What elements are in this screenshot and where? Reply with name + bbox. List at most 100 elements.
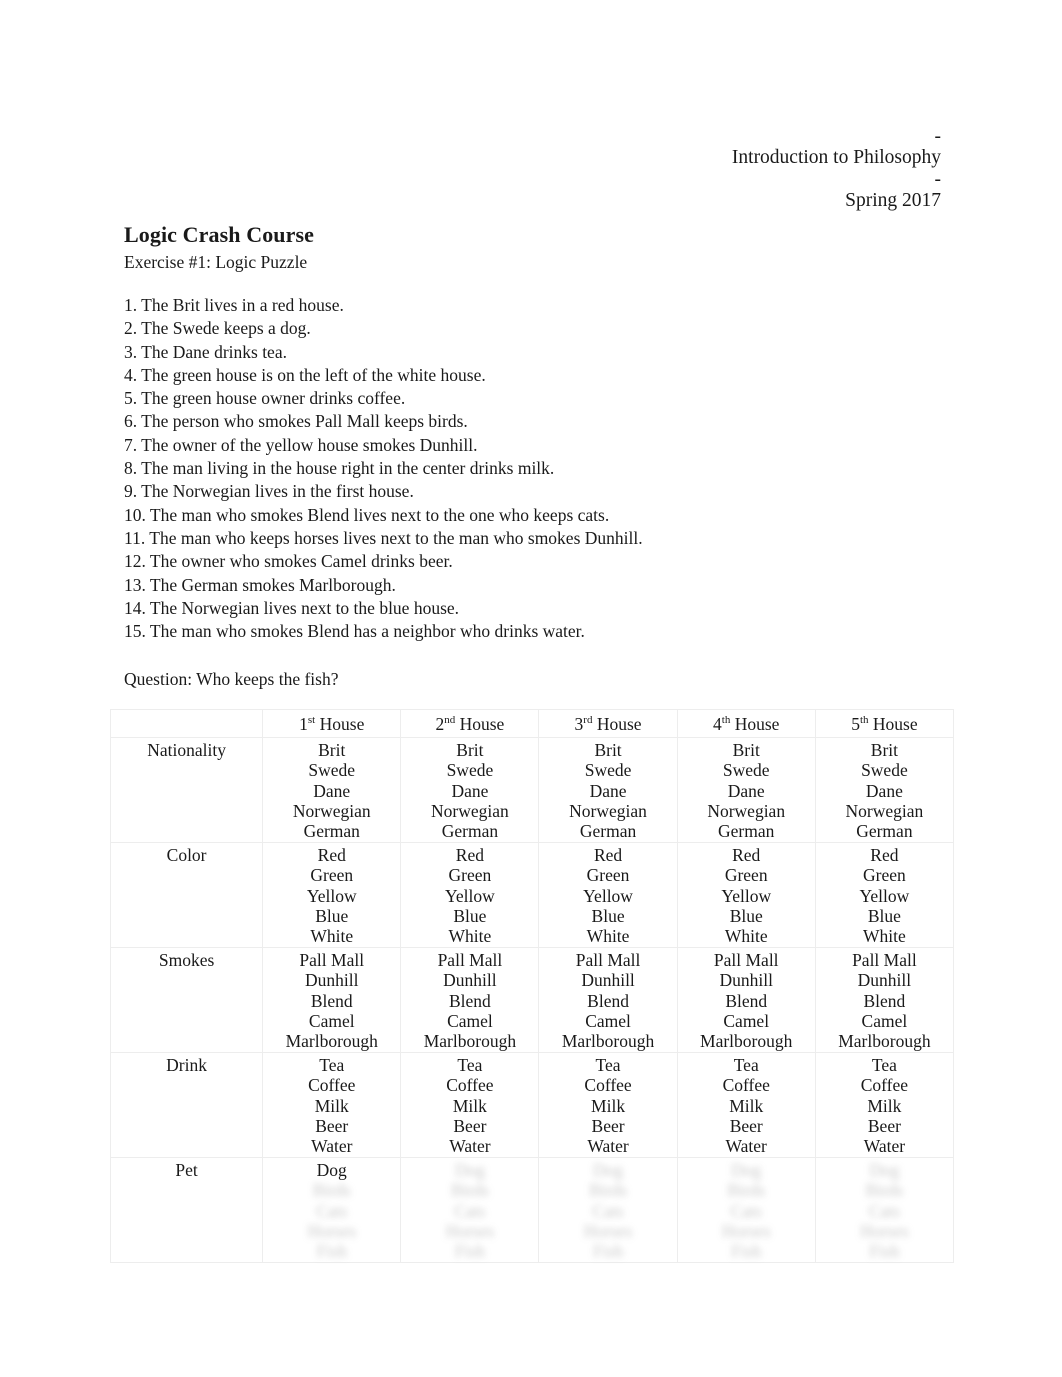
option-item[interactable]: Fish — [539, 1241, 676, 1261]
option-item[interactable]: Dog — [816, 1160, 953, 1180]
option-item[interactable]: Dunhill — [678, 970, 815, 990]
option-item[interactable]: Beer — [263, 1116, 400, 1136]
table-cell[interactable]: Brit Swede Dane Norwegian German — [262, 737, 402, 843]
option-item[interactable]: Beer — [539, 1116, 676, 1136]
option-item[interactable]: Yellow — [539, 886, 676, 906]
option-item[interactable]: Horses — [263, 1221, 400, 1241]
option-item[interactable]: Coffee — [678, 1075, 815, 1095]
option-item[interactable]: Cats — [263, 1201, 400, 1221]
option-item[interactable]: Green — [539, 865, 676, 885]
table-cell[interactable]: Pall Mall Dunhill Blend Camel Marlborough — [814, 947, 955, 1053]
option-item[interactable]: Blend — [263, 991, 400, 1011]
option-item[interactable]: Blend — [401, 991, 538, 1011]
option-item[interactable]: Water — [263, 1136, 400, 1156]
option-item[interactable]: Dunhill — [401, 970, 538, 990]
table-cell[interactable]: Red Green Yellow Blue White — [400, 842, 540, 948]
option-item[interactable]: Norwegian — [678, 801, 815, 821]
table-cell[interactable]: Red Green Yellow Blue White — [676, 842, 816, 948]
option-item[interactable]: Horses — [539, 1221, 676, 1241]
table-cell[interactable]: Dog Birds Cats Horses Fish — [814, 1157, 955, 1263]
option-item[interactable]: Water — [816, 1136, 953, 1156]
option-item[interactable]: Norwegian — [401, 801, 538, 821]
option-item[interactable]: Blue — [816, 906, 953, 926]
option-item[interactable]: Norwegian — [263, 801, 400, 821]
option-item[interactable]: German — [678, 821, 815, 841]
option-item[interactable]: Dog — [263, 1160, 400, 1180]
option-item[interactable]: Blend — [678, 991, 815, 1011]
table-cell[interactable]: Tea Coffee Milk Beer Water — [538, 1052, 678, 1158]
option-item[interactable]: White — [401, 926, 538, 946]
option-item[interactable]: Marlborough — [678, 1031, 815, 1051]
option-item[interactable]: Dane — [678, 781, 815, 801]
option-item[interactable]: Fish — [816, 1241, 953, 1261]
option-item[interactable]: Green — [401, 865, 538, 885]
option-item[interactable]: Blue — [263, 906, 400, 926]
option-item[interactable]: Camel — [401, 1011, 538, 1031]
option-item[interactable]: Blue — [401, 906, 538, 926]
option-item[interactable]: Dog — [678, 1160, 815, 1180]
option-item[interactable]: Brit — [678, 740, 815, 760]
option-item[interactable]: Marlborough — [539, 1031, 676, 1051]
table-cell[interactable]: Red Green Yellow Blue White — [262, 842, 402, 948]
option-item[interactable]: German — [401, 821, 538, 841]
option-item[interactable]: Swede — [401, 760, 538, 780]
table-cell[interactable]: Brit Swede Dane Norwegian German — [538, 737, 678, 843]
option-item[interactable]: Camel — [816, 1011, 953, 1031]
option-item[interactable]: Dog — [539, 1160, 676, 1180]
option-item[interactable]: Red — [401, 845, 538, 865]
option-item[interactable]: Dunhill — [263, 970, 400, 990]
option-item[interactable]: Coffee — [401, 1075, 538, 1095]
option-item[interactable]: Dunhill — [539, 970, 676, 990]
option-item[interactable]: Pall Mall — [816, 950, 953, 970]
option-item[interactable]: Marlborough — [816, 1031, 953, 1051]
table-cell[interactable]: Dog Birds Cats Horses Fish — [400, 1157, 540, 1263]
option-item[interactable]: Brit — [401, 740, 538, 760]
option-item[interactable]: Tea — [816, 1055, 953, 1075]
option-item[interactable]: Red — [263, 845, 400, 865]
option-item[interactable]: Camel — [263, 1011, 400, 1031]
option-item[interactable]: Milk — [401, 1096, 538, 1116]
option-item[interactable]: Yellow — [401, 886, 538, 906]
option-item[interactable]: Green — [816, 865, 953, 885]
option-item[interactable]: Swede — [263, 760, 400, 780]
option-item[interactable]: Blue — [678, 906, 815, 926]
option-item[interactable]: Swede — [539, 760, 676, 780]
table-cell[interactable]: Dog Birds Cats Horses Fish — [676, 1157, 816, 1263]
option-item[interactable]: Cats — [816, 1201, 953, 1221]
option-item[interactable]: Blue — [539, 906, 676, 926]
option-item[interactable]: Birds — [401, 1180, 538, 1200]
table-cell[interactable]: Dog Birds Cats Horses Fish — [538, 1157, 678, 1263]
table-cell[interactable]: Tea Coffee Milk Beer Water — [400, 1052, 540, 1158]
option-item[interactable]: Pall Mall — [263, 950, 400, 970]
option-item[interactable]: Dane — [816, 781, 953, 801]
option-item[interactable]: White — [263, 926, 400, 946]
option-item[interactable]: Horses — [678, 1221, 815, 1241]
option-item[interactable]: German — [263, 821, 400, 841]
option-item[interactable]: Dane — [539, 781, 676, 801]
option-item[interactable]: Dane — [263, 781, 400, 801]
option-item[interactable]: Fish — [678, 1241, 815, 1261]
option-item[interactable]: Red — [678, 845, 815, 865]
option-item[interactable]: White — [816, 926, 953, 946]
option-item[interactable]: Coffee — [816, 1075, 953, 1095]
option-item[interactable]: Water — [539, 1136, 676, 1156]
option-item[interactable]: Norwegian — [816, 801, 953, 821]
table-cell[interactable]: Brit Swede Dane Norwegian German — [814, 737, 955, 843]
option-item[interactable]: Beer — [401, 1116, 538, 1136]
option-item[interactable]: Coffee — [539, 1075, 676, 1095]
option-item[interactable]: Pall Mall — [678, 950, 815, 970]
table-cell[interactable]: Red Green Yellow Blue White — [538, 842, 678, 948]
option-item[interactable]: Marlborough — [401, 1031, 538, 1051]
option-item[interactable]: Red — [539, 845, 676, 865]
table-cell[interactable]: Pall Mall Dunhill Blend Camel Marlborough — [262, 947, 402, 1053]
option-item[interactable]: Dane — [401, 781, 538, 801]
option-item[interactable]: Tea — [539, 1055, 676, 1075]
option-item[interactable]: German — [816, 821, 953, 841]
table-cell[interactable]: Tea Coffee Milk Beer Water — [262, 1052, 402, 1158]
table-cell[interactable]: Tea Coffee Milk Beer Water — [814, 1052, 955, 1158]
option-item[interactable]: Swede — [816, 760, 953, 780]
option-item[interactable]: Pall Mall — [539, 950, 676, 970]
option-item[interactable]: Beer — [816, 1116, 953, 1136]
option-item[interactable]: Tea — [401, 1055, 538, 1075]
option-item[interactable]: Blend — [816, 991, 953, 1011]
